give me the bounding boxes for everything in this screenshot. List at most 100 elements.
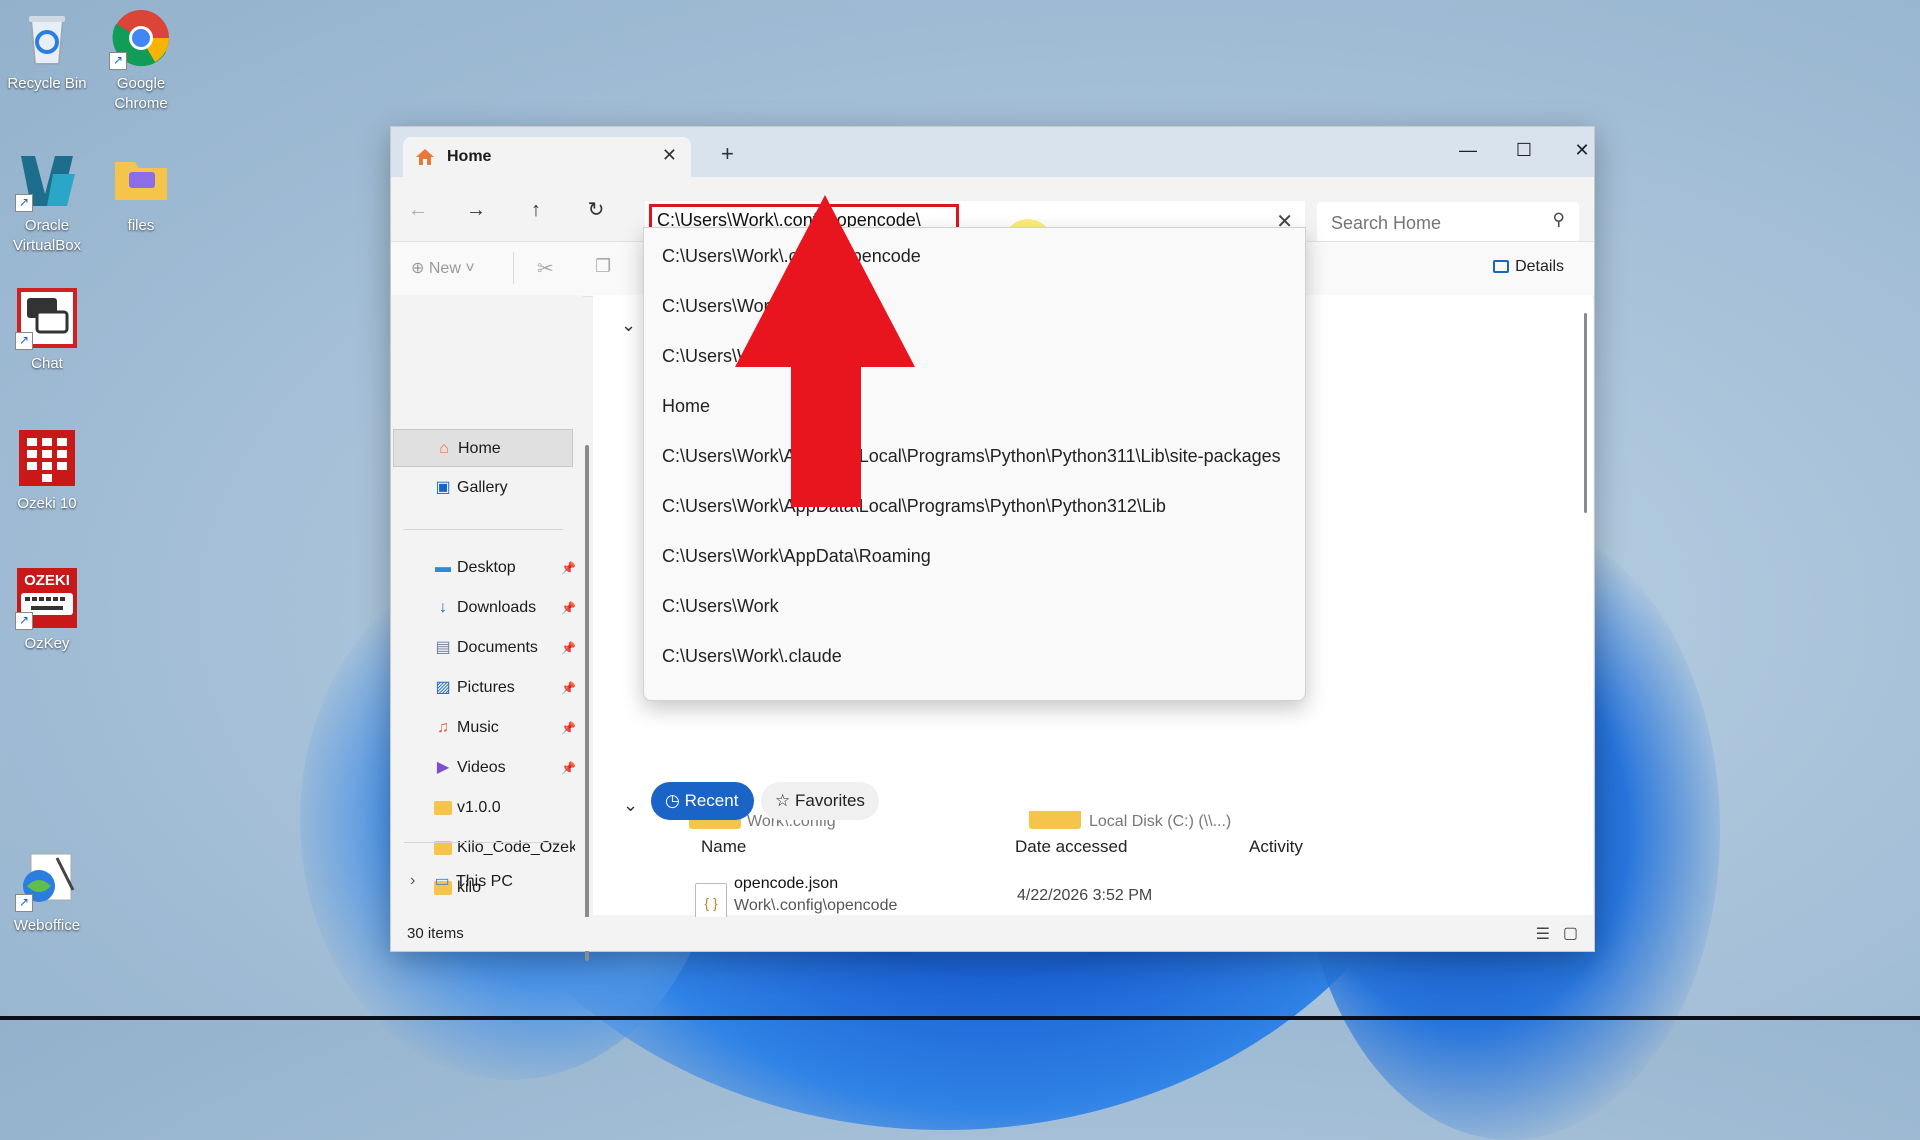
sidebar-item-videos[interactable]: ▶ Videos 📌: [393, 749, 576, 787]
new-tab-button[interactable]: +: [721, 141, 734, 167]
pin-icon[interactable]: 📌: [561, 681, 576, 695]
sidebar-item-label: Gallery: [457, 479, 508, 496]
desktop-icon: ▬: [435, 559, 451, 576]
new-label: New: [428, 260, 461, 277]
item-count: 30 items: [407, 925, 464, 942]
sidebar-item-label: v1.0.0: [457, 799, 501, 816]
sidebar-item-label: This PC: [456, 873, 513, 890]
desktop-icon-ozeki-10[interactable]: Ozeki 10: [0, 428, 94, 514]
content-scrollbar[interactable]: [1584, 313, 1587, 513]
chevron-down-icon[interactable]: ⌄: [621, 315, 636, 336]
sidebar-scrollbar[interactable]: [585, 445, 589, 961]
cut-icon[interactable]: ✂: [537, 256, 554, 281]
new-button[interactable]: ⊕ New ˅: [411, 258, 475, 278]
download-icon: ↓: [439, 599, 447, 616]
recent-tab[interactable]: ◷ Recent: [651, 782, 755, 820]
pictures-icon: ▨: [435, 679, 451, 696]
title-bar: Home ✕ + — ☐ ✕: [391, 127, 1594, 177]
maximize-button[interactable]: ☐: [1501, 135, 1547, 165]
desktop-icon-recycle-bin[interactable]: Recycle Bin: [0, 8, 94, 94]
sidebar-item-v1-0-0[interactable]: v1.0.0: [393, 789, 573, 827]
folder-icon: [433, 798, 453, 818]
command-separator: [513, 252, 514, 284]
column-header-name[interactable]: Name: [701, 837, 746, 857]
home-icon: ⌂: [439, 440, 449, 457]
search-input[interactable]: [1329, 208, 1533, 238]
sidebar-item-kilo-code-ozeki[interactable]: Kilo_Code_Ozeki_: [393, 829, 575, 867]
sidebar-item-label: Desktop: [457, 559, 516, 576]
expand-chevron-icon[interactable]: ›: [410, 872, 415, 890]
sidebar-item-music[interactable]: ♫ Music 📌: [393, 709, 576, 747]
annotation-arrow-icon: [735, 195, 915, 507]
pin-icon[interactable]: 📌: [561, 641, 576, 655]
favorites-label: Favorites: [794, 791, 865, 810]
desktop-icon-label: Oracle VirtualBox: [12, 217, 82, 254]
search-box[interactable]: ⚲: [1317, 202, 1579, 242]
pin-icon[interactable]: 📌: [561, 721, 576, 735]
chat-icon: ↗: [15, 288, 77, 350]
back-button[interactable]: ←: [403, 195, 433, 225]
suggestion-item[interactable]: C:\Users\Work\.claude: [662, 636, 1288, 676]
gallery-icon: ▣: [435, 479, 451, 496]
sidebar-item-home[interactable]: ⌂ Home: [393, 429, 573, 467]
tab-title: Home: [447, 148, 492, 165]
desktop-icon-oracle-virtualbox[interactable]: ↗ Oracle VirtualBox: [0, 150, 94, 256]
file-path: Work\.config\opencode: [734, 897, 898, 914]
sidebar-item-label: Documents: [457, 639, 538, 656]
column-header-date[interactable]: Date accessed: [1015, 837, 1127, 857]
close-window-button[interactable]: ✕: [1559, 135, 1605, 165]
pc-icon: ▭: [434, 873, 450, 890]
refresh-button[interactable]: ↻: [581, 195, 611, 225]
sidebar-item-pictures[interactable]: ▨ Pictures 📌: [393, 669, 576, 707]
minimize-button[interactable]: —: [1445, 135, 1491, 165]
copy-icon[interactable]: ❐: [595, 256, 611, 277]
chrome-icon: ↗: [109, 8, 171, 70]
file-date-accessed: 4/22/2026 3:52 PM: [1017, 887, 1153, 904]
sidebar-item-documents[interactable]: ▤ Documents 📌: [393, 629, 576, 667]
tab-home[interactable]: Home ✕: [403, 137, 691, 177]
sidebar-item-label: Videos: [457, 759, 506, 776]
sidebar-item-this-pc[interactable]: › ▭ This PC: [392, 863, 572, 901]
ozkey-badge: OZEKI: [24, 572, 70, 589]
pin-icon[interactable]: 📌: [561, 761, 576, 775]
recent-label: Recent: [684, 791, 739, 810]
sidebar-divider: [404, 842, 564, 843]
pin-icon[interactable]: 📌: [561, 601, 576, 615]
desktop-icon-google-chrome[interactable]: ↗ Google Chrome: [94, 8, 188, 114]
folder-icon: [111, 150, 171, 210]
desktop-icon-files[interactable]: files: [94, 150, 188, 236]
file-name[interactable]: opencode.json: [734, 875, 838, 893]
desktop-icon-weboffice[interactable]: ↗ Weboffice: [0, 850, 94, 936]
details-pane-icon: [1493, 260, 1510, 273]
close-tab-icon[interactable]: ✕: [662, 145, 677, 166]
desktop-icon-ozkey[interactable]: OZEKI ↗ OzKey: [0, 568, 94, 654]
chevron-down-icon[interactable]: ⌄: [623, 795, 638, 816]
desktop-icon-label: Recycle Bin: [7, 75, 87, 92]
weboffice-icon: ↗: [15, 850, 77, 912]
sidebar-item-downloads[interactable]: ↓ Downloads 📌: [393, 589, 576, 627]
desktop-icon-label: Weboffice: [13, 917, 81, 934]
tiles-view-icon[interactable]: ▢: [1563, 923, 1578, 943]
desktop-icon-chat[interactable]: ↗ Chat: [0, 288, 94, 374]
folder-icon: [433, 838, 453, 858]
suggestion-item[interactable]: C:\Users\Work: [662, 586, 1288, 626]
desktop-icon-label: Ozeki 10: [17, 495, 77, 512]
sidebar-item-desktop[interactable]: ▬ Desktop 📌: [393, 549, 576, 587]
details-button[interactable]: Details: [1493, 258, 1564, 276]
up-button[interactable]: ↑: [521, 195, 551, 225]
details-view-icon[interactable]: ☰: [1536, 924, 1550, 944]
status-bar: 30 items ☰ ▢: [391, 917, 1594, 951]
search-icon[interactable]: ⚲: [1553, 210, 1565, 230]
suggestion-item[interactable]: C:\Users\Work\AppData\Roaming: [662, 536, 1288, 576]
desktop-icon-label: Google Chrome: [114, 75, 168, 112]
desktop-icon-label: Chat: [31, 355, 63, 372]
column-header-activity[interactable]: Activity: [1249, 837, 1303, 857]
music-icon: ♫: [437, 719, 449, 736]
pin-icon[interactable]: 📌: [561, 561, 576, 575]
quick-access-peek: Local Disk (C:) (\\...): [1089, 813, 1232, 830]
sidebar-item-label: Pictures: [457, 679, 515, 696]
favorites-tab[interactable]: ☆ Favorites: [761, 782, 879, 820]
forward-button[interactable]: →: [461, 195, 491, 225]
sidebar-item-gallery[interactable]: ▣ Gallery: [393, 469, 573, 507]
sidebar-divider: [403, 529, 563, 530]
